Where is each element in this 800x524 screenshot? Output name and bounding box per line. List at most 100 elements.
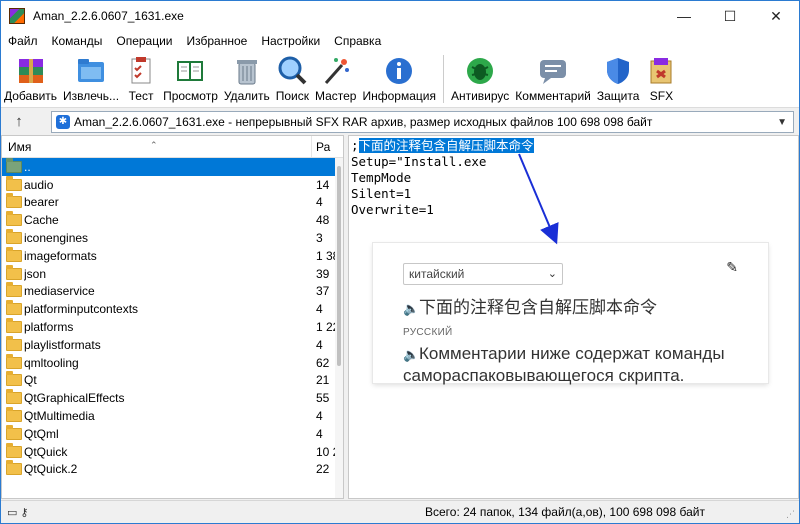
test-button[interactable]: Тест: [122, 51, 160, 107]
column-name[interactable]: ⌃ Имя: [2, 136, 312, 157]
file-name: iconengines: [24, 231, 89, 246]
file-list-scrollbar[interactable]: [335, 158, 343, 498]
file-name: Cache: [24, 213, 59, 228]
search-button[interactable]: Поиск: [273, 51, 312, 107]
file-name: imageformats: [24, 248, 97, 263]
file-size: 4: [316, 195, 323, 210]
file-row[interactable]: QtQuick 10 28: [2, 442, 343, 461]
menu-commands[interactable]: Команды: [45, 31, 110, 51]
file-row[interactable]: audio 14: [2, 175, 343, 194]
file-row[interactable]: mediaservice 37: [2, 282, 343, 301]
minimize-button[interactable]: —: [661, 1, 707, 31]
extract-button[interactable]: Извлечь...: [60, 51, 122, 107]
folder-icon: [6, 211, 22, 227]
scrollbar-thumb[interactable]: [337, 166, 341, 366]
folder-icon: [6, 246, 22, 262]
menu-settings[interactable]: Настройки: [254, 31, 327, 51]
file-name: platforms: [24, 320, 74, 335]
file-size: 3: [316, 231, 323, 246]
maximize-button[interactable]: ☐: [707, 1, 753, 31]
sfx-button[interactable]: SFX: [642, 51, 680, 107]
folder-icon: [6, 175, 22, 191]
speaker-icon[interactable]: 🔈: [403, 344, 419, 365]
file-size: 21: [316, 373, 330, 388]
folder-icon: [6, 424, 22, 440]
file-row[interactable]: playlistformats 4: [2, 335, 343, 354]
up-folder-button[interactable]: ↑: [1, 113, 37, 130]
menu-file[interactable]: Файл: [1, 31, 45, 51]
menu-operations[interactable]: Операции: [109, 31, 179, 51]
file-size: 4: [316, 426, 323, 441]
file-size: 55: [316, 391, 330, 406]
test-icon: [125, 55, 157, 87]
wizard-button[interactable]: Мастер: [312, 51, 360, 107]
file-row[interactable]: QtQuick.2 22: [2, 460, 343, 479]
folder-icon: [6, 282, 22, 298]
close-button[interactable]: ✕: [753, 1, 799, 31]
drive-icon[interactable]: ▭: [7, 506, 17, 519]
resize-grip-icon[interactable]: ⋰: [786, 509, 795, 520]
file-row[interactable]: Cache 48: [2, 211, 343, 229]
folder-icon: [6, 371, 22, 387]
info-button[interactable]: Информация: [359, 51, 438, 107]
source-text: 🔈下面的注释包含自解压脚本命令: [403, 298, 657, 317]
sfx-icon: [645, 55, 677, 87]
status-bar: ▭ ⚷ Всего: 24 папок, 134 файл(а,ов), 100…: [1, 500, 799, 523]
file-row[interactable]: platforms 1 22: [2, 318, 343, 336]
file-row[interactable]: iconengines 3: [2, 229, 343, 247]
comment-button[interactable]: Комментарий: [512, 51, 594, 107]
file-row[interactable]: QtQml 4: [2, 424, 343, 443]
file-row[interactable]: QtGraphicalEffects 55: [2, 389, 343, 407]
chevron-down-icon[interactable]: ▼: [777, 117, 787, 128]
pencil-icon[interactable]: ✎: [726, 259, 738, 276]
translation-popup: китайский ⌄ ✎ 🔈下面的注释包含自解压脚本命令 РУССКИЙ 🔈К…: [373, 243, 768, 385]
menu-favorites[interactable]: Избранное: [180, 31, 255, 51]
file-name: qmltooling: [24, 355, 79, 370]
winrar-app-icon[interactable]: [9, 8, 25, 24]
file-name: QtMultimedia: [24, 409, 95, 424]
archive-path-field[interactable]: ✱ Aman_2.2.6.0607_1631.exe - непрерывный…: [51, 111, 794, 133]
comment-text: ;下面的注释包含自解压脚本命令 Setup="Install.exe TempM…: [349, 136, 798, 220]
archive-path-text: Aman_2.2.6.0607_1631.exe - непрерывный S…: [74, 115, 653, 129]
sfx-archive-icon: ✱: [56, 115, 70, 129]
view-button[interactable]: Просмотр: [160, 51, 221, 107]
file-row[interactable]: qmltooling 62: [2, 353, 343, 372]
source-language-select[interactable]: китайский ⌄: [403, 263, 563, 285]
file-row[interactable]: bearer 4: [2, 193, 343, 212]
menu-help[interactable]: Справка: [327, 31, 388, 51]
file-name: QtQml: [24, 426, 59, 441]
file-row[interactable]: ..: [2, 157, 343, 176]
file-row[interactable]: json 39: [2, 264, 343, 283]
add-button[interactable]: Добавить: [1, 51, 60, 107]
comment-line: Overwrite=1: [351, 202, 434, 217]
file-row[interactable]: QtMultimedia 4: [2, 407, 343, 425]
folder-icon: [6, 353, 22, 369]
delete-button[interactable]: Удалить: [221, 51, 273, 107]
column-size[interactable]: Ра: [312, 136, 334, 157]
extract-icon: [75, 55, 107, 87]
comment-icon: [537, 55, 569, 87]
speaker-icon[interactable]: 🔈: [403, 301, 419, 317]
file-name: json: [24, 266, 47, 281]
file-size: 4: [316, 337, 323, 352]
protect-button[interactable]: Защита: [594, 51, 643, 107]
file-name: playlistformats: [24, 337, 101, 352]
toolbar: Добавить Извлечь... Тест Просмотр Удалит…: [1, 51, 799, 107]
folder-icon: [6, 335, 22, 351]
key-icon[interactable]: ⚷: [20, 506, 28, 519]
search-icon: [276, 55, 308, 87]
file-row[interactable]: Qt 21: [2, 371, 343, 390]
folder-icon: [6, 264, 22, 280]
winrar-window: Aman_2.2.6.0607_1631.exe — ☐ ✕ Файл Кома…: [0, 0, 800, 524]
file-row[interactable]: imageformats 1 38: [2, 246, 343, 265]
file-name: bearer: [24, 195, 59, 210]
file-row[interactable]: platforminputcontexts 4: [2, 300, 343, 318]
file-size: 1 22: [316, 320, 336, 335]
status-summary: Всего: 24 папок, 134 файл(а,ов), 100 698…: [425, 505, 705, 519]
file-list-header: ⌃ Имя Ра: [2, 136, 343, 158]
antivirus-button[interactable]: Антивирус: [448, 51, 512, 107]
shield-icon: [602, 55, 634, 87]
status-icons: ▭ ⚷: [1, 506, 41, 519]
antivirus-bug-icon: [464, 55, 496, 87]
trash-icon: [231, 55, 263, 87]
